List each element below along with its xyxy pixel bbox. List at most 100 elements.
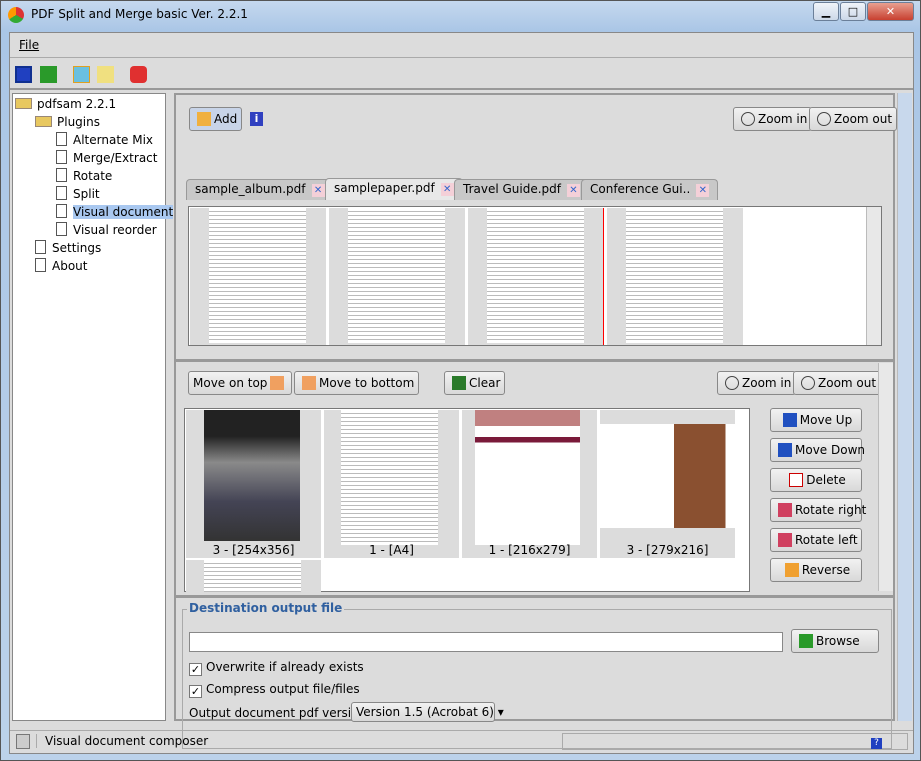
splitter[interactable] <box>176 359 893 362</box>
tree-item-rotate[interactable]: Rotate <box>56 167 112 185</box>
tab-travel-guide[interactable]: Travel Guide.pdf ✕ <box>454 179 589 200</box>
add-button[interactable]: Add <box>189 107 243 131</box>
tree-item-split[interactable]: Split <box>56 185 100 203</box>
move-down-button[interactable]: Move Down <box>770 438 865 462</box>
delete-button[interactable]: Delete <box>770 468 862 492</box>
status-text: Visual document composer <box>36 734 208 748</box>
info-icon[interactable]: i <box>250 112 263 126</box>
source-page[interactable] <box>329 208 465 345</box>
source-page[interactable] <box>468 208 604 345</box>
tree-item-visual-reorder[interactable]: Visual reorder <box>56 221 157 239</box>
destination-section: Destination output file Browse ✓ Overwrit… <box>182 601 892 749</box>
compress-checkbox[interactable]: ✓ Compress output file/files <box>189 682 360 698</box>
tab-conference-guide[interactable]: Conference Gui.. ✕ <box>581 179 719 200</box>
delete-icon <box>789 473 804 487</box>
document-icon <box>56 204 67 218</box>
check-icon: ✓ <box>189 663 202 676</box>
tree-item-alternate-mix[interactable]: Alternate Mix <box>56 131 153 149</box>
destination-title: Destination output file <box>187 601 345 615</box>
composed-page[interactable] <box>186 560 321 592</box>
zoom-in-button[interactable]: Zoom in <box>717 371 797 395</box>
destination-input[interactable] <box>189 632 783 652</box>
tree-plugins[interactable]: Plugins <box>35 113 100 131</box>
tree-item-visual-document[interactable]: Visual document <box>56 203 174 221</box>
reverse-button[interactable]: Reverse <box>770 558 862 582</box>
move-down-icon <box>778 443 792 457</box>
rotate-right-icon <box>778 503 792 517</box>
close-tab-icon[interactable]: ✕ <box>696 184 710 197</box>
menu-file[interactable]: File <box>19 38 39 52</box>
status-bar: Visual document composer <box>10 730 913 753</box>
composed-page[interactable]: 3 - [279x216] <box>600 410 735 558</box>
move-bottom-icon <box>302 376 316 390</box>
minimize-button[interactable]: ▁ <box>813 2 839 21</box>
version-select[interactable]: Version 1.5 (Acrobat 6) ▾ <box>351 702 504 722</box>
close-tab-icon[interactable]: ✕ <box>567 184 580 197</box>
main-scrollbar[interactable] <box>897 93 912 721</box>
middle-scrollbar[interactable] <box>878 363 893 591</box>
top-zoom-in-button[interactable]: Zoom in <box>733 107 813 131</box>
composed-page[interactable]: 3 - [254x356] <box>186 410 321 558</box>
composed-page[interactable]: 1 - [216x279] <box>462 410 597 558</box>
main-window: PDF Split and Merge basic Ver. 2.2.1 ▁ □… <box>0 0 921 761</box>
add-icon <box>197 112 211 126</box>
document-icon <box>56 186 67 200</box>
browse-button[interactable]: Browse <box>791 629 879 653</box>
document-icon <box>56 132 67 146</box>
document-icon <box>56 222 67 236</box>
save-icon[interactable] <box>15 66 32 83</box>
overwrite-checkbox[interactable]: ✓ Overwrite if already exists <box>189 660 364 676</box>
rotate-right-button[interactable]: Rotate right <box>770 498 866 522</box>
plugin-tree: pdfsam 2.2.1 Plugins Alternate Mix Merge… <box>12 93 174 721</box>
close-button[interactable]: ✕ <box>867 2 914 21</box>
move-top-icon <box>270 376 285 390</box>
composed-pages-view: 3 - [254x356] 1 - [A4] 1 - [216x279] 3 -… <box>184 408 750 592</box>
composed-page[interactable]: 1 - [A4] <box>324 410 459 558</box>
maximize-button[interactable]: □ <box>840 2 866 21</box>
rotate-left-icon <box>778 533 792 547</box>
tree-item-merge-extract[interactable]: Merge/Extract <box>56 149 157 167</box>
document-icon <box>56 168 67 182</box>
move-on-top-button[interactable]: Move on top <box>188 371 293 395</box>
visual-document-panel: Add i Zoom in Zoom out sample_album.pdf ✕… <box>174 93 898 749</box>
check-icon: ✓ <box>189 685 202 698</box>
zoom-out-icon <box>817 112 831 126</box>
splitter[interactable] <box>176 595 893 598</box>
source-scrollbar[interactable] <box>866 207 881 345</box>
close-tab-icon[interactable]: ✕ <box>440 183 454 196</box>
top-zoom-out-button[interactable]: Zoom out <box>809 107 898 131</box>
folder-icon <box>35 116 52 127</box>
browse-icon <box>799 634 813 648</box>
close-tab-icon[interactable]: ✕ <box>311 184 325 197</box>
version-label: Output document pdf version: <box>189 706 371 720</box>
open-icon[interactable] <box>40 66 57 83</box>
chevron-down-icon: ▾ <box>497 705 504 719</box>
tab-samplepaper[interactable]: samplepaper.pdf ✕ <box>325 178 463 200</box>
source-page[interactable] <box>607 208 743 345</box>
document-icon <box>35 240 46 254</box>
zoom-in-icon <box>725 376 739 390</box>
move-up-button[interactable]: Move Up <box>770 408 862 432</box>
tree-root[interactable]: pdfsam 2.2.1 <box>15 95 116 113</box>
source-page[interactable] <box>190 208 326 345</box>
zoom-out-button[interactable]: Zoom out <box>793 371 882 395</box>
window-title: PDF Split and Merge basic Ver. 2.2.1 <box>31 7 248 21</box>
move-up-icon <box>782 413 797 427</box>
progress-bar <box>562 733 908 750</box>
source-pages-view <box>188 206 882 346</box>
document-icon <box>35 258 46 272</box>
tab-sample-album[interactable]: sample_album.pdf ✕ <box>186 179 334 200</box>
toolbar <box>10 60 913 90</box>
menu-bar: File <box>10 33 913 58</box>
clear-arrow-icon <box>452 376 466 390</box>
move-to-bottom-button[interactable]: Move to bottom <box>294 371 420 395</box>
clear-button[interactable]: Clear <box>444 371 506 395</box>
rotate-left-button[interactable]: Rotate left <box>770 528 862 552</box>
exit-icon[interactable] <box>130 66 147 83</box>
zoom-out-icon <box>801 376 815 390</box>
folder-icon <box>15 98 32 109</box>
tree-item-settings[interactable]: Settings <box>35 239 101 257</box>
duplicate-icon[interactable] <box>73 66 90 83</box>
tree-item-about[interactable]: About <box>35 257 87 275</box>
clear-icon[interactable] <box>97 66 114 83</box>
